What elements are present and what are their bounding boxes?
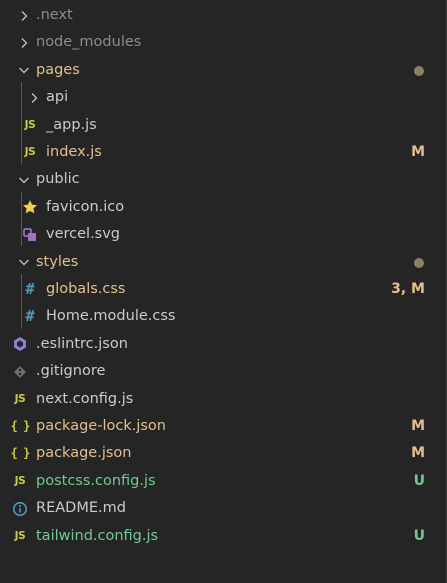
info-icon: [10, 495, 30, 522]
css-icon: #: [25, 280, 35, 298]
file-postcss-config-js[interactable]: JS postcss.config.js U: [0, 468, 446, 495]
folder-public[interactable]: public: [0, 166, 446, 193]
tree-item-label: vercel.svg: [46, 226, 121, 243]
tree-item-label: .gitignore: [36, 363, 106, 380]
modified-dot-badge: [414, 65, 424, 76]
js-icon: JS: [14, 392, 26, 405]
js-icon: JS: [14, 529, 26, 542]
folder-pages[interactable]: pages: [0, 57, 446, 84]
chevron-right-icon[interactable]: [16, 2, 32, 29]
tree-item-label: tailwind.config.js: [36, 527, 159, 544]
js-icon: JS: [24, 146, 36, 158]
file-gitignore[interactable]: .gitignore: [0, 358, 446, 385]
file-index-js[interactable]: JS index.js M: [0, 139, 446, 166]
tree-item-label: README.md: [36, 500, 126, 517]
chevron-down-icon[interactable]: [16, 166, 32, 193]
tree-item-label: public: [36, 171, 80, 188]
tree-item-label: .next: [36, 7, 73, 23]
chevron-down-icon[interactable]: [16, 57, 32, 84]
tree-item-label: index.js: [46, 144, 102, 160]
file-eslintrc-json[interactable]: .eslintrc.json: [0, 331, 446, 358]
tree-item-label: .eslintrc.json: [36, 335, 128, 352]
star-icon: [20, 194, 40, 221]
tree-item-label: pages: [36, 61, 80, 78]
json-icon: { }: [10, 446, 31, 461]
tree-item-label: node_modules: [36, 34, 142, 51]
tree-item-label: postcss.config.js: [36, 472, 156, 489]
file-app-js[interactable]: JS _app.js: [0, 112, 446, 139]
tree-item-label: package.json: [36, 445, 132, 462]
tree-item-label: Home.module.css: [46, 308, 176, 325]
git-icon: [10, 358, 30, 385]
git-status-badge: U: [413, 527, 425, 544]
tree-item-label: globals.css: [46, 281, 126, 297]
git-status-badge: M: [411, 445, 425, 462]
file-favicon-ico[interactable]: favicon.ico: [0, 194, 446, 221]
tree-item-label: next.config.js: [36, 390, 134, 407]
tree-item-label: styles: [36, 253, 79, 270]
eslint-icon: [10, 331, 30, 358]
file-package-json[interactable]: { } package.json M: [0, 440, 446, 467]
tree-item-label: package-lock.json: [36, 418, 166, 434]
git-status-badge: U: [413, 472, 425, 489]
file-readme-md[interactable]: README.md: [0, 495, 446, 522]
modified-dot-badge: [414, 257, 424, 268]
chevron-right-icon[interactable]: [26, 84, 42, 111]
css-icon: #: [25, 307, 35, 326]
tree-item-label: favicon.ico: [46, 198, 125, 215]
js-icon: JS: [14, 474, 26, 487]
json-icon: { }: [10, 419, 31, 433]
file-next-config-js[interactable]: JS next.config.js: [0, 386, 446, 413]
js-icon: JS: [24, 118, 36, 131]
svg-file-icon: [20, 221, 40, 248]
tree-item-label: _app.js: [46, 116, 97, 133]
file-explorer: .next node_modulespages api JS _app.js JS inde…: [0, 0, 447, 583]
folder-next[interactable]: .next: [0, 2, 446, 29]
file-package-lock-json[interactable]: { } package-lock.json M: [0, 413, 446, 440]
folder-api[interactable]: api: [0, 84, 446, 111]
file-vercel-svg[interactable]: vercel.svg: [0, 221, 446, 248]
chevron-down-icon[interactable]: [16, 249, 32, 276]
file-home-module-css[interactable]: # Home.module.css: [0, 303, 446, 330]
folder-styles[interactable]: styles: [0, 249, 446, 276]
tree-item-label: api: [46, 89, 69, 106]
file-globals-css[interactable]: # globals.css 3, M: [0, 276, 446, 303]
git-status-badge: M: [411, 144, 425, 160]
file-tailwind-config-js[interactable]: JS tailwind.config.js U: [0, 523, 446, 550]
folder-node-modules[interactable]: node_modules: [0, 29, 446, 56]
git-status-badge: M: [411, 418, 425, 434]
git-status-badge: 3, M: [391, 281, 425, 297]
chevron-right-icon[interactable]: [16, 29, 32, 56]
